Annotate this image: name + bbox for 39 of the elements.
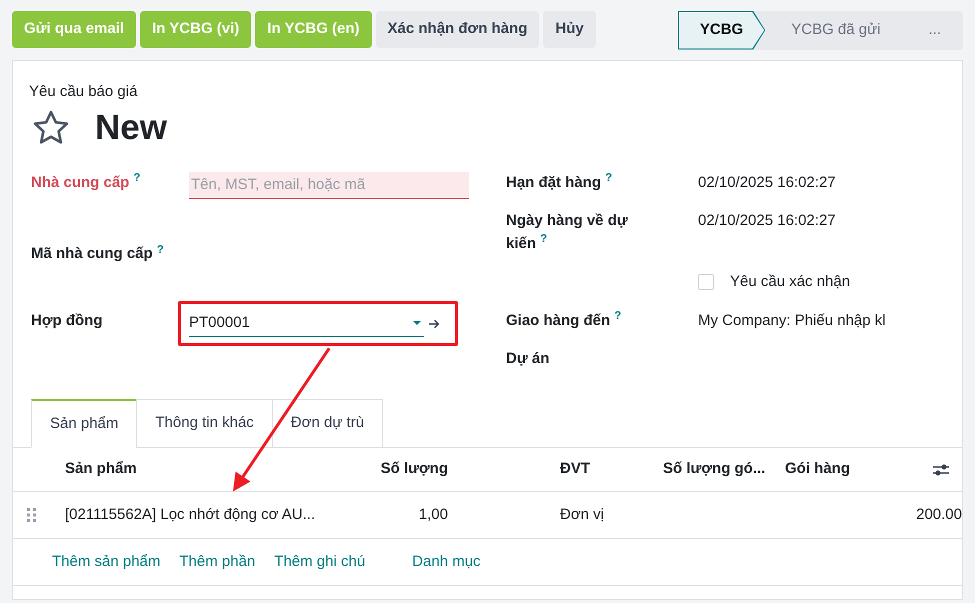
tab[interactable]: Sản phẩm [31,398,138,448]
field-label: Nhà cung cấp $^{?}$ [31,172,142,192]
tab[interactable]: Thông tin khác [136,398,273,448]
field-label: Hợp đồng [31,310,104,331]
record-title: New [95,110,167,145]
table-cell-text: 1,00 [418,504,448,525]
add-link[interactable]: Thêm sản phẩm [52,550,160,574]
field-value: My Company: Phiếu nhập kl [698,310,887,330]
add-link[interactable]: Danh mục [412,550,481,574]
table-cell-text: [021115562A] Lọc nhớt động cơ AU... [64,504,316,525]
field-label: Mã nhà cung cấp $^{?}$ [31,243,165,264]
field-value: 02/10/2025 16:02:27 [698,211,837,231]
status-step[interactable]: YCBG [678,11,766,50]
field-label: Hạn đặt hàng $^{?}$ [506,172,614,192]
checkbox-label: Yêu cầu xác nhận [730,272,850,292]
column-header: Sản phẩm [64,459,138,480]
record-type-label: Yêu cầu báo giá [29,82,138,102]
column-settings-icon[interactable] [932,462,950,478]
caret-icon[interactable] [412,320,422,326]
internal-link-icon[interactable] [428,318,441,330]
field-label: Ngày hàng về dự kiến $^{?}$ [506,211,629,254]
add-link[interactable]: Thêm ghi chú [274,550,366,574]
column-header: Số lượng [380,459,448,480]
contract-select[interactable]: PT00001 [189,310,424,338]
action-button[interactable]: Xác nhận đơn hàng [376,11,540,48]
drag-handle-icon[interactable] [27,508,37,522]
checkbox[interactable] [698,274,714,290]
vendor-input[interactable]: Tên, MST, email, hoặc mã [189,172,469,199]
field-label: Giao hàng đến $^{?}$ [506,310,622,330]
field-value: 02/10/2025 16:02:27 [698,172,837,192]
action-button[interactable]: Hủy [543,11,596,48]
table-cell-text: Đơn vị [560,504,606,525]
column-header: Số lượng gó... [663,459,766,480]
table-cell-text: 200.00 [915,504,962,525]
add-link[interactable]: Thêm phần [179,550,256,574]
field-label: Dự án [506,349,550,369]
column-header: ĐVT [560,459,591,480]
column-header: Gói hàng [785,459,851,480]
tab[interactable]: Đơn dự trù [272,398,384,448]
